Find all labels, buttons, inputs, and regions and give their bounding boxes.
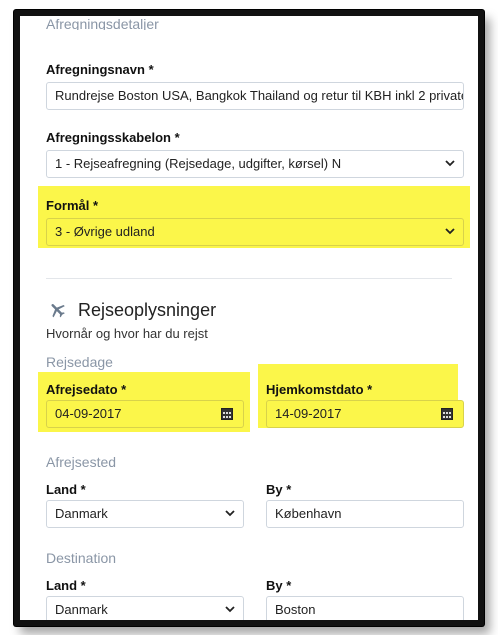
destination-subtitle: Destination <box>46 550 117 566</box>
afrejsested-subtitle: Afrejsested <box>46 454 117 470</box>
afregningsnavn-input[interactable]: Rundrejse Boston USA, Bangkok Thailand o… <box>46 82 464 110</box>
form-content: Afregningsdetaljer Afregningsnavn * Rund… <box>20 16 478 620</box>
afrejsested-by-label: By * <box>266 482 292 497</box>
formaal-label: Formål * <box>46 198 99 213</box>
rejseoplysninger-heading: Rejseoplysninger <box>78 300 217 320</box>
afregningsnavn-label: Afregningsnavn * <box>46 62 154 77</box>
afrejsedato-value: 04-09-2017 <box>55 406 122 421</box>
afrejsested-by-input[interactable]: København <box>266 500 464 528</box>
destination-by-input[interactable]: Boston <box>266 596 464 620</box>
form-window: Afregningsdetaljer Afregningsnavn * Rund… <box>14 10 484 626</box>
formaal-select[interactable]: 3 - Øvrige udland <box>46 218 464 246</box>
destination-by-label: By * <box>266 578 292 593</box>
section-title-afregningsdetaljer: Afregningsdetaljer <box>46 18 159 30</box>
destination-land-value: Danmark <box>55 602 108 617</box>
afrejsested-land-value: Danmark <box>55 506 108 521</box>
hjemkomstdato-label: Hjemkomstdato * <box>266 382 373 397</box>
rejseoplysninger-helper: Hvornår og hvor har du rejst <box>46 326 208 341</box>
chevron-down-icon <box>445 228 455 235</box>
hjemkomstdato-value: 14-09-2017 <box>275 406 342 421</box>
afrejsested-land-select[interactable]: Danmark <box>46 500 244 528</box>
afregningsskabelon-select[interactable]: 1 - Rejseafregning (Rejsedage, udgifter,… <box>46 150 464 178</box>
afrejsedato-label: Afrejsedato * <box>46 382 127 397</box>
calendar-icon[interactable] <box>221 408 233 420</box>
section-divider <box>46 278 452 279</box>
afrejsested-by-value: København <box>275 506 342 521</box>
afrejsested-land-label: Land * <box>46 482 86 497</box>
chevron-down-icon <box>225 510 235 517</box>
airplane-icon <box>51 304 65 318</box>
destination-land-select[interactable]: Danmark <box>46 596 244 620</box>
chevron-down-icon <box>445 160 455 167</box>
afrejsedato-input[interactable]: 04-09-2017 <box>46 400 244 428</box>
rejsedage-subtitle: Rejsedage <box>46 354 113 370</box>
destination-by-value: Boston <box>275 602 316 617</box>
afregningsnavn-value: Rundrejse Boston USA, Bangkok Thailand o… <box>55 88 464 103</box>
calendar-icon[interactable] <box>441 408 453 420</box>
destination-land-label: Land * <box>46 578 86 593</box>
chevron-down-icon <box>225 606 235 613</box>
formaal-value: 3 - Øvrige udland <box>55 224 155 239</box>
afregningsskabelon-value: 1 - Rejseafregning (Rejsedage, udgifter,… <box>55 156 342 171</box>
afregningsskabelon-label: Afregningsskabelon * <box>46 130 180 145</box>
hjemkomstdato-input[interactable]: 14-09-2017 <box>266 400 464 428</box>
